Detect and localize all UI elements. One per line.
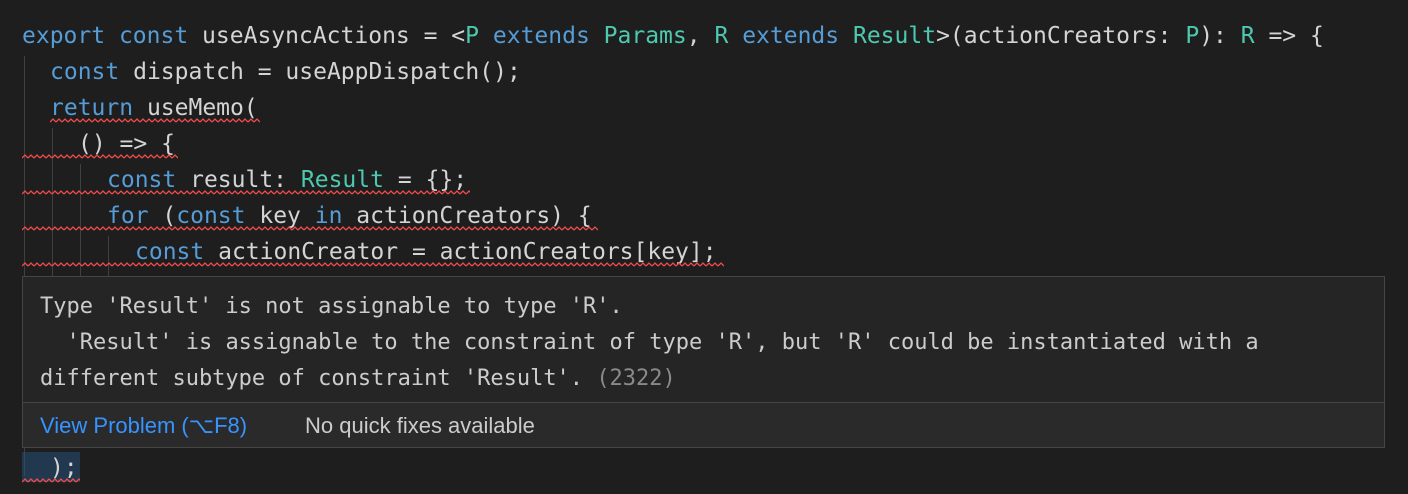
identifier-token: useAsyncActions = < (188, 23, 466, 49)
code-line-2[interactable]: const dispatch = useAppDispatch(); (50, 54, 521, 90)
error-code: (2322) (596, 366, 676, 391)
error-squiggle[interactable] (22, 262, 724, 267)
type-token: R (714, 23, 729, 49)
hover-status-bar: View Problem (⌥F8) No quick fixes availa… (23, 403, 1384, 447)
error-squiggle[interactable] (22, 226, 598, 231)
code-line-1[interactable]: export const useAsyncActions = <P extend… (22, 18, 1324, 54)
error-hover-widget: Type 'Result' is not assignable to type … (22, 276, 1385, 448)
no-quick-fixes-label: No quick fixes available (305, 413, 535, 438)
type-token: R (1240, 23, 1255, 49)
indent-guide (108, 236, 109, 276)
punctuation-token: => { (1254, 23, 1324, 49)
hover-message: Type 'Result' is not assignable to type … (40, 289, 1360, 397)
punctuation-token: ): (1199, 23, 1241, 49)
keyword-token: extends (492, 23, 590, 49)
type-token: Params (603, 23, 687, 49)
type-token: P (1185, 23, 1200, 49)
indent-guide (52, 128, 53, 276)
keyword-token: const (50, 59, 120, 85)
hover-message-line: Type 'Result' is not assignable to type … (40, 294, 623, 319)
keyword-token: extends (742, 23, 840, 49)
keyword-token: export (22, 23, 106, 49)
error-squiggle[interactable] (50, 118, 260, 123)
error-squiggle[interactable] (22, 190, 470, 195)
type-token: Result (852, 23, 937, 49)
error-squiggle[interactable] (22, 478, 80, 483)
hover-message-line: different subtype of constraint 'Result'… (40, 366, 584, 391)
indent-guide (80, 164, 81, 276)
identifier-token: dispatch = useAppDispatch(); (119, 59, 521, 85)
view-problem-link[interactable]: View Problem (⌥F8) (40, 413, 247, 439)
error-squiggle[interactable] (22, 154, 178, 159)
hover-message-line: 'Result' is assignable to the constraint… (40, 330, 1259, 355)
code-editor[interactable]: export const useAsyncActions = <P extend… (0, 0, 1408, 494)
type-token: P (465, 23, 480, 49)
identifier-token: >(actionCreators: (936, 23, 1186, 49)
keyword-token: const (118, 23, 189, 49)
